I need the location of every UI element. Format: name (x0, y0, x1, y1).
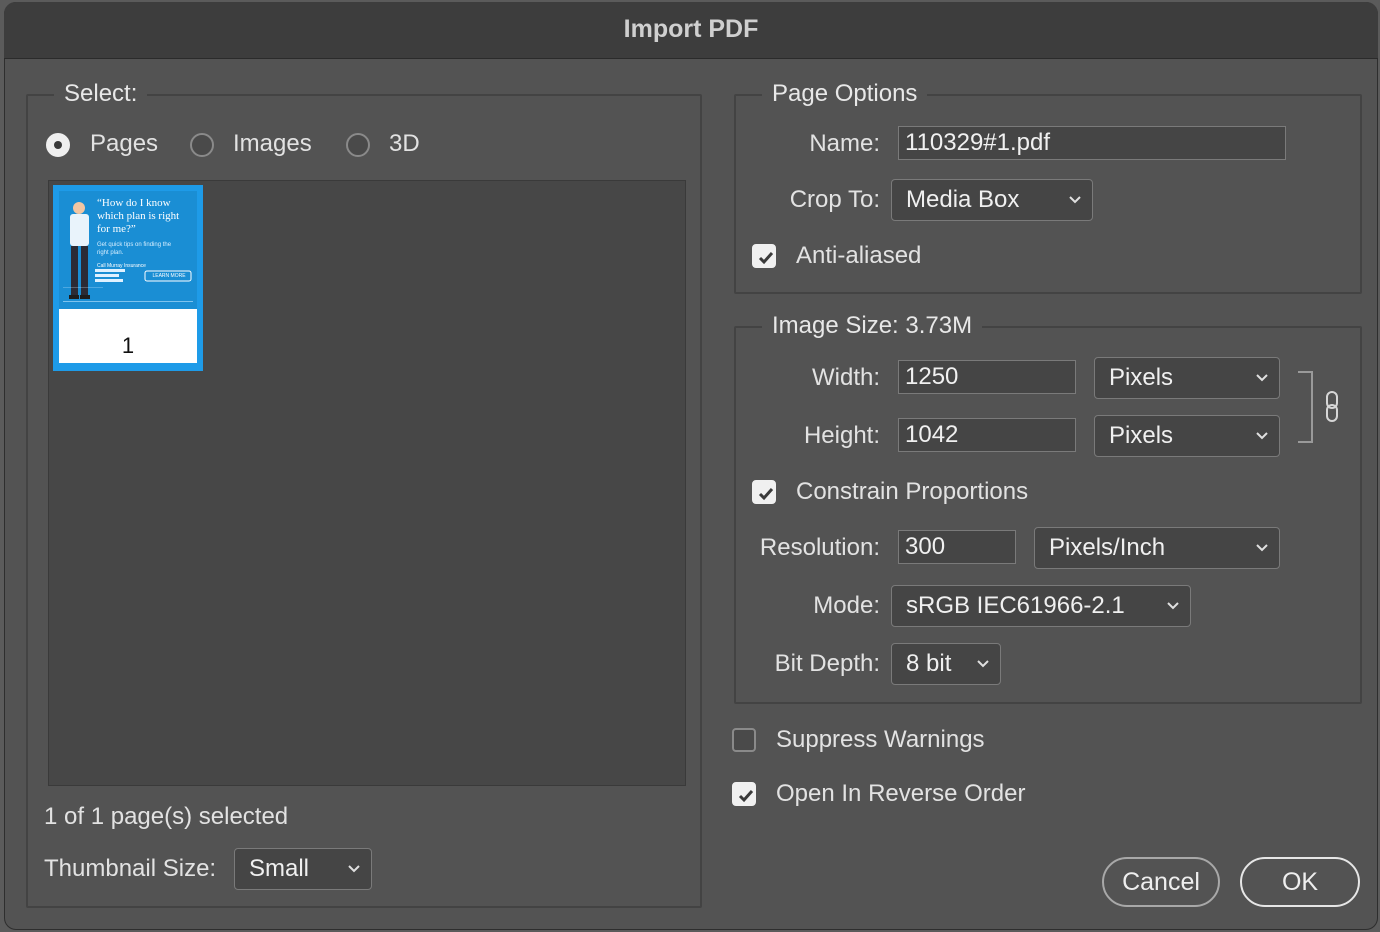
reverse-order-label[interactable]: Open In Reverse Order (776, 779, 1025, 809)
images-radio-label[interactable]: Images (233, 129, 312, 159)
bit-depth-label: Bit Depth: (774, 650, 880, 677)
thumbnail-page-number: 1 (121, 333, 135, 358)
constrain-proportions-checkbox[interactable] (752, 480, 776, 504)
anti-aliased-checkbox[interactable] (752, 244, 776, 268)
name-field[interactable]: 110329#1.pdf (898, 126, 1286, 160)
anti-aliased-label[interactable]: Anti-aliased (796, 241, 921, 271)
thumbnail-subtext: Get quick tips on finding the right plan… (97, 242, 172, 256)
pages-radio-label[interactable]: Pages (90, 129, 158, 159)
3d-radio-label[interactable]: 3D (389, 129, 420, 159)
selection-status: 1 of 1 page(s) selected (44, 803, 289, 830)
crop-to-value: Media Box (906, 186, 1020, 213)
select-legend: Select: (54, 79, 148, 109)
image-size-legend: Image Size: 3.73M (762, 311, 983, 341)
bit-depth-value: 8 bit (906, 650, 952, 677)
height-field[interactable]: 1042 (898, 418, 1076, 452)
thumbnail-caption: Call Murray Insurance (97, 263, 146, 269)
height-label: Height: (803, 422, 880, 449)
3d-radio[interactable] (346, 133, 370, 157)
mode-label: Mode: (813, 592, 880, 619)
pages-radio[interactable] (46, 133, 70, 157)
width-unit-select[interactable]: Pixels (1094, 357, 1280, 399)
resolution-unit-select[interactable]: Pixels/Inch (1034, 527, 1280, 569)
mode-value: sRGB IEC61966-2.1 (906, 592, 1125, 619)
ok-button[interactable]: OK (1240, 857, 1360, 907)
chevron-down-icon (977, 660, 989, 668)
suppress-warnings-label[interactable]: Suppress Warnings (776, 725, 985, 755)
reverse-order-checkbox[interactable] (732, 782, 756, 806)
name-label: Name: (809, 130, 880, 157)
thumbnail-preview-image: “How do I know which plan is right for m… (59, 191, 197, 309)
mode-select[interactable]: sRGB IEC61966-2.1 (891, 585, 1191, 627)
thumbnail-label: 1 (59, 309, 197, 363)
dialog-title: Import PDF (623, 15, 759, 43)
thumbnail-cta: LEARN MORE (152, 273, 186, 279)
chevron-down-icon (1256, 544, 1268, 552)
height-unit-value: Pixels (1109, 422, 1174, 449)
width-unit-value: Pixels (1109, 364, 1174, 391)
chevron-down-icon (1069, 196, 1081, 204)
height-unit-select[interactable]: Pixels (1094, 415, 1280, 457)
page-thumbnail[interactable]: “How do I know which plan is right for m… (53, 185, 203, 371)
title-bar[interactable]: Import PDF (4, 2, 1378, 59)
page-options-legend: Page Options (762, 79, 928, 109)
thumbnail-size-select[interactable]: Small (234, 848, 372, 890)
chevron-down-icon (1256, 432, 1268, 440)
resolution-unit-value: Pixels/Inch (1049, 534, 1166, 561)
link-bracket-icon (1298, 371, 1313, 443)
checkmark-icon (758, 488, 774, 501)
thumbnail-headline: “How do I know which plan is right for m… (97, 197, 180, 235)
constrain-proportions-label[interactable]: Constrain Proportions (796, 477, 1028, 507)
suppress-warnings-checkbox[interactable] (732, 728, 756, 752)
resolution-label: Resolution: (759, 534, 880, 561)
width-label: Width: (811, 364, 880, 391)
bit-depth-select[interactable]: 8 bit (891, 643, 1001, 685)
chevron-down-icon (1167, 602, 1179, 610)
thumbnail-size-label: Thumbnail Size: (44, 855, 217, 882)
images-radio[interactable] (190, 133, 214, 157)
crop-to-label: Crop To: (789, 186, 880, 213)
chain-link-icon[interactable] (1323, 390, 1343, 424)
thumbnail-size-value: Small (249, 855, 310, 882)
checkmark-icon (738, 790, 754, 803)
cancel-button[interactable]: Cancel (1102, 857, 1220, 907)
import-pdf-dialog: Import PDF Select: Pages Images 3D “How … (4, 2, 1378, 930)
checkmark-icon (758, 252, 774, 265)
page-thumbnail-area[interactable]: “How do I know which plan is right for m… (48, 180, 686, 786)
chevron-down-icon (1256, 374, 1268, 382)
crop-to-select[interactable]: Media Box (891, 179, 1093, 221)
width-field[interactable]: 1250 (898, 360, 1076, 394)
resolution-field[interactable]: 300 (898, 530, 1016, 564)
chevron-down-icon (348, 865, 360, 873)
